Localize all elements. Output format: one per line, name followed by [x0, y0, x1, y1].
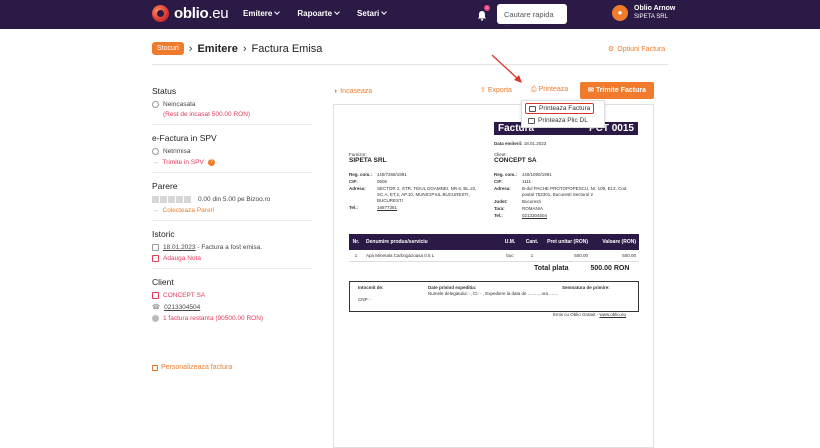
emis-oblio: Emis cu Oblio Gratuit - www.oblio.eu — [553, 312, 627, 317]
invoice-footer-box: Intocmit de: CNP: - Date privind expediti… — [349, 281, 639, 312]
notification-bell-icon[interactable]: 1 — [477, 5, 490, 21]
user-avatar-icon: ● — [612, 5, 628, 21]
upload-icon: ⇪ — [480, 87, 486, 94]
star-icon — [184, 196, 191, 203]
oblio-link[interactable]: www.oblio.eu — [600, 312, 627, 317]
invoice-preview: Factura PCT 0015 Data emiterii: 18.01.202… — [333, 104, 654, 448]
invoice-items-table: Nr. Denumire produs/serviciu U.M. Cant. … — [349, 234, 639, 262]
printer-icon — [529, 105, 536, 112]
top-navbar: oblio.eu Emitere Rapoarte Setari 1 Cauta… — [0, 0, 820, 29]
breadcrumb: Stocuri › Emitere › Factura Emisa — [152, 42, 322, 55]
chevron-down-icon — [274, 9, 281, 15]
printeaza-button[interactable]: ⎙ Printeaza — [531, 86, 568, 94]
edit-icon — [152, 364, 158, 371]
check-circle-icon: ◑ — [333, 88, 338, 95]
nav-emitere[interactable]: Emitere — [243, 9, 281, 18]
clock-icon — [152, 148, 159, 155]
page-title: Factura Emisa — [251, 42, 323, 55]
incaseaza-button[interactable]: ◑ Incaseaza — [333, 88, 372, 95]
divider — [152, 64, 668, 65]
chevron-down-icon — [381, 9, 388, 15]
arrow-right-icon: → — [152, 207, 159, 214]
printer-icon — [528, 117, 535, 124]
gear-icon: ⚙ — [608, 46, 615, 53]
star-icon — [160, 196, 167, 203]
user-menu[interactable]: ● Oblio Arnow SIPETA SRL — [612, 5, 675, 21]
istoric-date[interactable]: 18.01.2023 — [163, 244, 196, 251]
arrow-right-icon: → — [152, 159, 159, 166]
nav-rapoarte[interactable]: Rapoarte — [297, 9, 340, 18]
efactura-title: e-Factura in SPV — [152, 133, 217, 143]
client-title: Client — [152, 277, 174, 287]
status-rest: (Rest de incasat 500.00 RON) — [163, 111, 251, 118]
istoric-title: Istoric — [152, 229, 175, 239]
client-block: Client: CONCEPT SA Reg. com.: J40/1090/19… — [494, 152, 627, 218]
printeaza-factura-item[interactable]: Printeaza Factura — [525, 103, 595, 114]
logo-icon — [152, 5, 169, 22]
printeaza-plic-item[interactable]: Printeaza Plic DL — [525, 116, 591, 125]
rating-stars — [152, 196, 191, 203]
star-icon — [152, 196, 159, 203]
efactura-value: Netrimisa — [163, 148, 191, 155]
supplier-block: Furnizor: SIPETA SRL Reg. com.: J40/7268/… — [349, 152, 477, 210]
star-icon — [176, 196, 183, 203]
nav-setari[interactable]: Setari — [357, 9, 388, 18]
invoice-total: Total plata 500.00 RON — [534, 265, 630, 272]
status-title: Status — [152, 86, 177, 96]
building-icon — [152, 292, 159, 299]
stocuri-badge[interactable]: Stocuri — [152, 42, 184, 55]
mail-icon: ✉ — [587, 87, 594, 94]
alert-icon — [152, 315, 159, 322]
breadcrumb-emitere[interactable]: Emitere — [197, 43, 237, 55]
chevron-down-icon — [334, 9, 340, 15]
note-icon — [152, 244, 159, 251]
logo[interactable]: oblio.eu — [152, 5, 229, 22]
exporta-button[interactable]: ⇪ Exporta — [480, 86, 512, 94]
client-name-link[interactable]: CONCEPT SA — [152, 292, 312, 299]
star-icon — [168, 196, 175, 203]
colecteaza-pareri-link[interactable]: → Colecteaza Pareri — [152, 207, 312, 214]
trimite-factura-button[interactable]: ✉ Trimite Factura — [580, 82, 654, 99]
parere-title: Parere — [152, 181, 178, 191]
client-phone-link[interactable]: ☎ 0213304504 — [152, 303, 312, 312]
add-note-icon — [152, 255, 159, 262]
help-icon: ? — [207, 159, 215, 166]
invoice-date: Data emiterii: 18.01.2023 — [494, 141, 547, 146]
quick-search-input[interactable]: Cautare rapida ... — [497, 4, 567, 28]
optiuni-factura-link[interactable]: ⚙ Optiuni Factura — [608, 45, 665, 54]
parere-value: 0.00 din 5.00 pe Bizoo.ro — [198, 196, 271, 203]
adauga-nota-link[interactable]: Adauga Nota — [152, 255, 312, 262]
printer-icon: ⎙ — [531, 86, 537, 93]
user-company: SIPETA SRL — [634, 14, 668, 20]
invoice-sidebar: Status Neincasata (Rest de incasat 500.0… — [152, 86, 312, 326]
notification-badge: 1 — [484, 5, 490, 11]
client-debt-link[interactable]: 1 factura restanta (90500.00 RON) — [152, 315, 312, 322]
personalizeaza-factura-link[interactable]: Personalizeaza factura — [152, 364, 232, 371]
print-dropdown: Printeaza Factura Printeaza Plic DL — [521, 100, 605, 128]
trimite-spv-link[interactable]: → Trimite in SPV? — [152, 159, 312, 166]
user-name: Oblio Arnow — [634, 5, 676, 12]
clock-icon — [152, 101, 159, 108]
status-value: Neincasata — [163, 101, 196, 108]
phone-icon: ☎ — [152, 304, 161, 311]
table-row: 1 Apa Minerala Carbogazoasa 0.5 L buc 1 … — [349, 250, 639, 262]
